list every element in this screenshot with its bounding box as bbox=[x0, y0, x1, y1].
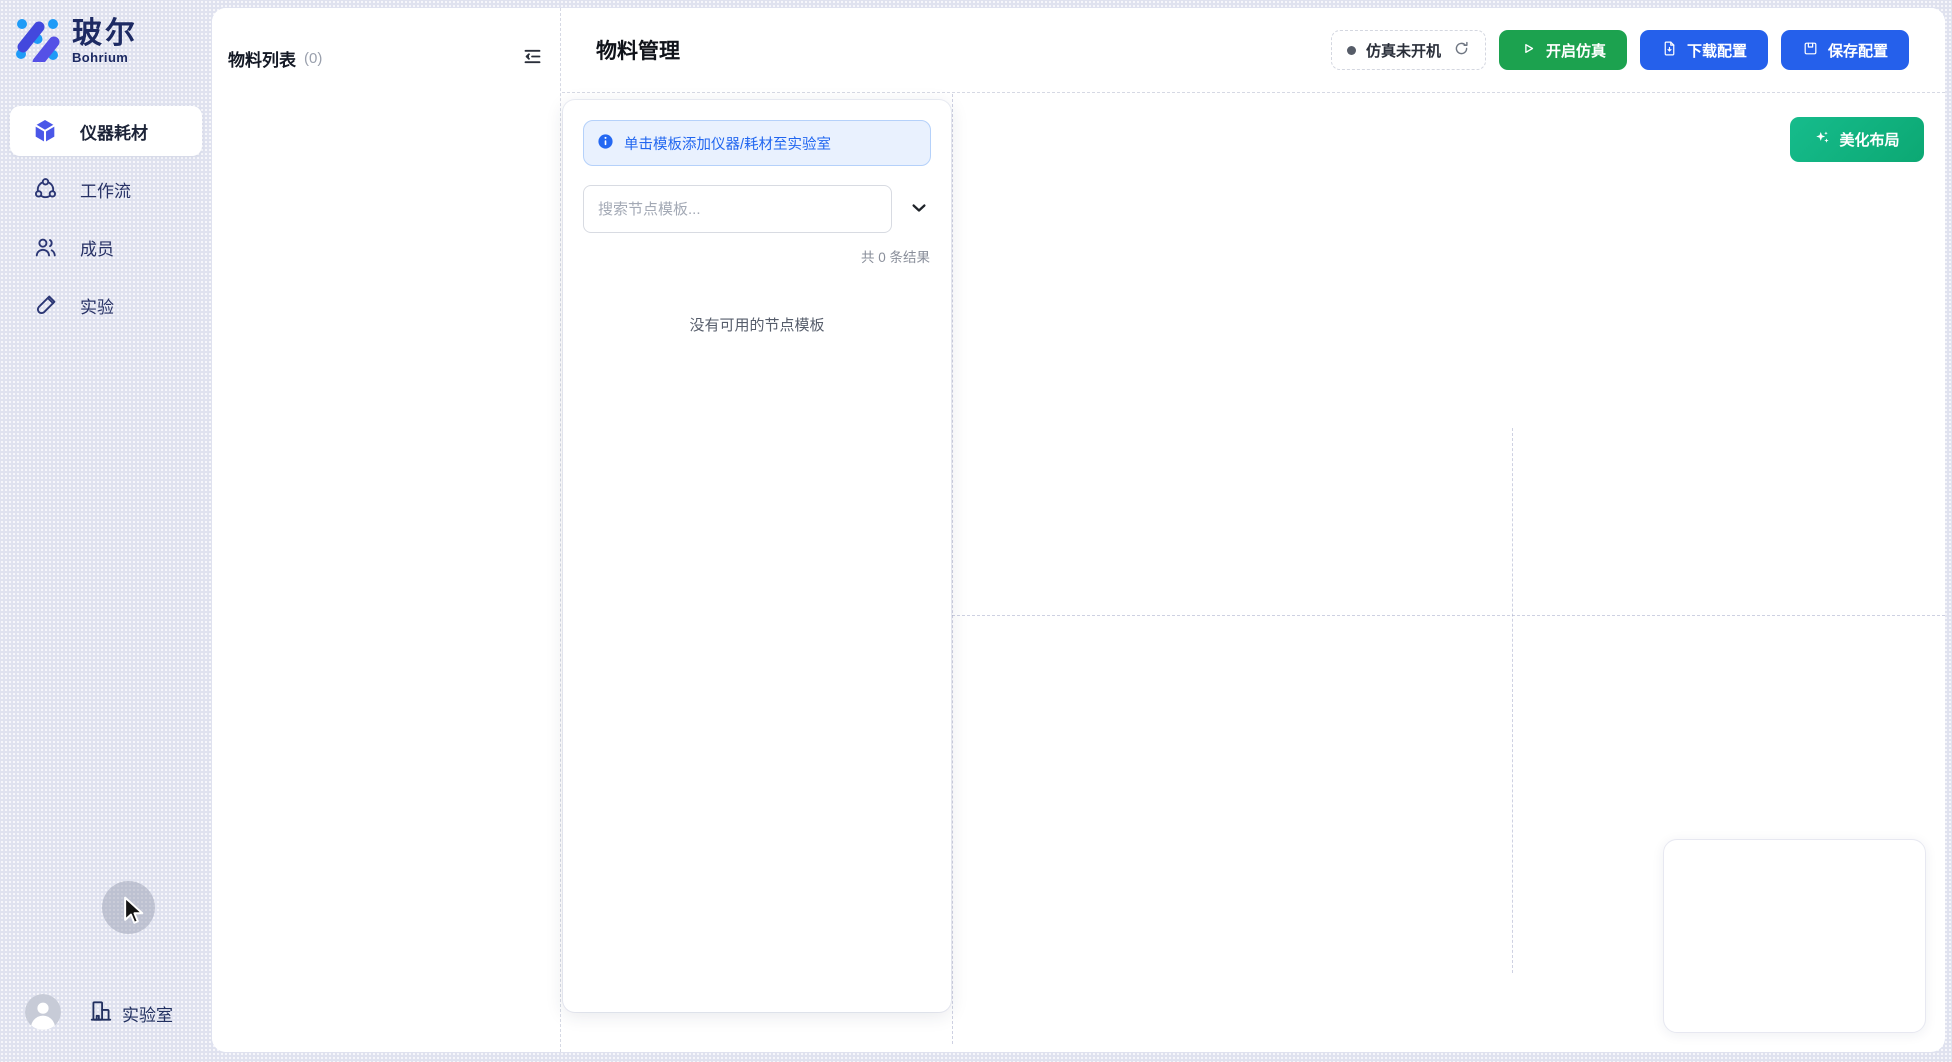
simulation-status-chip: 仿真未开机 bbox=[1331, 30, 1486, 70]
template-search-input[interactable] bbox=[583, 185, 892, 233]
status-dot-icon bbox=[1347, 46, 1356, 55]
material-list-panel: 物料列表 (0) bbox=[212, 8, 561, 1052]
play-icon bbox=[1520, 40, 1537, 61]
sidebar-item-experiments[interactable]: 实验 bbox=[10, 280, 202, 330]
sidebar-item-label: 仪器耗材 bbox=[80, 119, 148, 144]
sidebar-item-members[interactable]: 成员 bbox=[10, 222, 202, 272]
file-download-icon bbox=[1661, 40, 1678, 61]
workflow-icon bbox=[32, 176, 58, 202]
save-config-label: 保存配置 bbox=[1828, 40, 1888, 61]
sidebar-nav: 仪器耗材 工作流 bbox=[10, 106, 202, 330]
download-config-button[interactable]: 下载配置 bbox=[1640, 30, 1768, 70]
test-tube-icon bbox=[32, 292, 58, 318]
sidebar-item-label: 工作流 bbox=[80, 177, 131, 202]
search-result-count: 共 0 条结果 bbox=[583, 246, 931, 266]
canvas-minimap[interactable] bbox=[1663, 839, 1926, 1033]
brand-name-en: Bohrium bbox=[72, 50, 138, 65]
canvas-guide-horizontal bbox=[952, 615, 1945, 616]
main-window: 物料列表 (0) 物料管理 bbox=[212, 8, 1945, 1052]
sidebar-item-label: 实验 bbox=[80, 293, 114, 318]
page-title: 物料管理 bbox=[596, 35, 680, 65]
mouse-cursor-icon bbox=[117, 894, 149, 933]
sidebar-item-workflow[interactable]: 工作流 bbox=[10, 164, 202, 214]
chevron-down-icon bbox=[909, 198, 929, 221]
user-avatar[interactable] bbox=[25, 994, 61, 1030]
bohrium-logo-icon bbox=[14, 14, 62, 67]
lab-switcher[interactable]: 实验室 bbox=[88, 998, 173, 1029]
expand-filters-button[interactable] bbox=[909, 198, 929, 221]
save-config-button[interactable]: 保存配置 bbox=[1781, 30, 1909, 70]
beautify-layout-label: 美化布局 bbox=[1839, 129, 1899, 150]
material-list-header: 物料列表 (0) bbox=[212, 8, 560, 72]
canvas-header: 物料管理 仿真未开机 bbox=[562, 8, 1945, 93]
lab-label: 实验室 bbox=[122, 1001, 173, 1026]
simulation-status-label: 仿真未开机 bbox=[1366, 40, 1441, 61]
app-root: 玻尔 Bohrium 仪器耗材 bbox=[0, 0, 1952, 1062]
sparkles-icon bbox=[1814, 129, 1831, 150]
beautify-layout-button[interactable]: 美化布局 bbox=[1790, 117, 1924, 162]
sidebar-item-label: 成员 bbox=[80, 235, 114, 260]
start-simulation-label: 开启仿真 bbox=[1546, 40, 1606, 61]
refresh-icon bbox=[1453, 40, 1470, 60]
empty-template-message: 没有可用的节点模板 bbox=[583, 314, 931, 335]
brand-logo[interactable]: 玻尔 Bohrium bbox=[14, 14, 138, 67]
material-list-title: 物料列表 bbox=[228, 46, 296, 71]
cube-icon bbox=[32, 118, 58, 144]
canvas-guide-vertical bbox=[1512, 428, 1513, 973]
start-simulation-button[interactable]: 开启仿真 bbox=[1499, 30, 1627, 70]
info-banner: 单击模板添加仪器/耗材至实验室 bbox=[583, 120, 931, 166]
sidebar-item-instruments[interactable]: 仪器耗材 bbox=[10, 106, 202, 156]
info-icon bbox=[597, 133, 614, 154]
menu-fold-icon bbox=[522, 46, 543, 70]
node-template-panel: 单击模板添加仪器/耗材至实验室 共 0 条结果 没有可用的节点模板 bbox=[563, 100, 951, 1012]
header-actions: 仿真未开机 bbox=[1331, 30, 1909, 70]
refresh-status-button[interactable] bbox=[1453, 40, 1470, 60]
collapse-panel-button[interactable] bbox=[520, 44, 545, 72]
material-list-count: (0) bbox=[304, 50, 322, 67]
building-icon bbox=[88, 998, 114, 1029]
members-icon bbox=[32, 234, 58, 260]
brand-name-zh: 玻尔 bbox=[72, 17, 138, 50]
download-config-label: 下载配置 bbox=[1687, 40, 1747, 61]
canvas-guide-vertical bbox=[952, 94, 953, 1044]
info-banner-text: 单击模板添加仪器/耗材至实验室 bbox=[624, 133, 831, 154]
template-search-row bbox=[583, 185, 931, 233]
save-icon bbox=[1802, 40, 1819, 61]
